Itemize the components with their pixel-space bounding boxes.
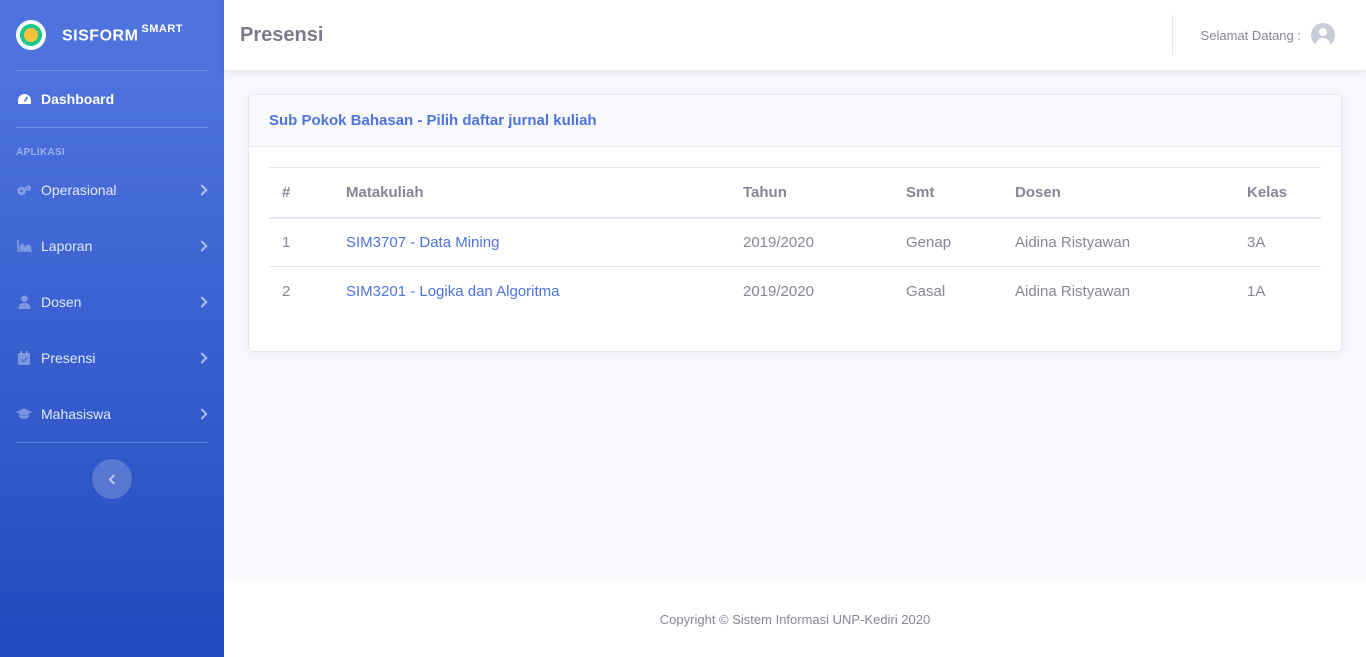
sidebar-toggle-button[interactable] [92,459,132,499]
sidebar-item-label: Mahasiswa [41,406,112,422]
chevron-right-icon [196,352,208,364]
table-header-row: # Matakuliah Tahun Smt Dosen Kelas [269,167,1321,219]
cell-no: 1 [282,233,291,251]
sidebar-toggle-wrap [0,443,224,499]
sidebar-item-dosen[interactable]: Dosen [0,274,224,330]
matakuliah-link[interactable]: SIM3201 - Logika dan Algoritma [346,283,559,300]
sidebar-item-mahasiswa[interactable]: Mahasiswa [0,386,224,442]
brand-sup: SMART [141,22,183,35]
table-row: 2 SIM3201 - Logika dan Algoritma 2019/20… [269,266,1321,316]
sidebar-heading: APLIKASI [16,147,66,158]
chevron-right-icon [196,408,208,420]
graduation-cap-icon [16,407,32,421]
sidebar: SISFORM SMART Dashboard APLIKASI Operasio… [0,0,224,657]
column-header-smt: Smt [893,167,1002,219]
jurnal-card: Sub Pokok Bahasan - Pilih daftar jurnal … [248,94,1342,352]
footer: Copyright © Sistem Informasi UNP-Kediri … [224,581,1366,657]
cell-tahun: 2019/2020 [743,233,814,251]
copyright-text: Copyright © Sistem Informasi UNP-Kediri … [659,611,931,627]
jurnal-table: # Matakuliah Tahun Smt Dosen Kelas 1 SIM… [269,167,1321,316]
cogs-icon [16,183,32,197]
sidebar-item-operasional[interactable]: Operasional [0,162,224,218]
brand-name: SISFORM [62,27,139,45]
sidebar-item-dashboard[interactable]: Dashboard [0,71,224,127]
sidebar-item-label: Dosen [41,294,82,310]
cell-matakuliah: SIM3707 - Data Mining [333,218,730,267]
user-avatar-icon[interactable] [1311,23,1335,47]
cell-dosen: Aidina Ristyawan [1002,266,1234,316]
chevron-right-icon [196,296,208,308]
calendar-check-icon [16,351,32,365]
university-logo [16,20,46,50]
column-header-dosen: Dosen [1002,167,1234,219]
cell-smt: Gasal [893,266,1002,316]
chevron-right-icon [196,184,208,196]
tachometer-icon [16,92,32,106]
topbar-divider [1171,15,1173,55]
sidebar-item-label: Presensi [41,350,96,366]
cell-matakuliah: SIM3201 - Logika dan Algoritma [333,266,730,316]
topbar-user-area: Selamat Datang : [1171,0,1366,70]
column-header-no: # [269,167,333,219]
chevron-right-icon [196,240,208,252]
column-header-tahun: Tahun [730,167,893,219]
sidebar-item-label: Operasional [41,182,117,198]
chart-area-icon [16,239,32,253]
user-icon [16,295,32,309]
matakuliah-link[interactable]: SIM3707 - Data Mining [346,234,499,251]
cell-kelas: 3A [1247,233,1266,251]
table-row: 1 SIM3707 - Data Mining 2019/2020 Genap … [269,218,1321,267]
sidebar-item-label: Laporan [41,238,93,254]
card-body: # Matakuliah Tahun Smt Dosen Kelas 1 SIM… [249,147,1341,316]
card-title: Sub Pokok Bahasan - Pilih daftar jurnal … [249,95,1341,147]
sidebar-item-label: Dashboard [41,91,115,107]
column-header-kelas: Kelas [1234,167,1321,219]
cell-dosen: Aidina Ristyawan [1015,233,1131,251]
cell-tahun: 2019/2020 [730,266,893,316]
sidebar-item-presensi[interactable]: Presensi [0,330,224,386]
sidebar-brand[interactable]: SISFORM SMART [0,0,224,70]
topbar: Presensi Selamat Datang : [224,0,1366,70]
cell-smt: Genap [906,233,952,251]
welcome-text[interactable]: Selamat Datang : [1201,28,1301,43]
column-header-matakuliah: Matakuliah [333,167,730,219]
chevron-left-icon [108,474,119,484]
sidebar-item-laporan[interactable]: Laporan [0,218,224,274]
page-title: Presensi [240,23,324,46]
cell-kelas: 1A [1234,266,1321,316]
brand-text: SISFORM SMART [62,22,183,45]
cell-no: 2 [269,266,333,316]
